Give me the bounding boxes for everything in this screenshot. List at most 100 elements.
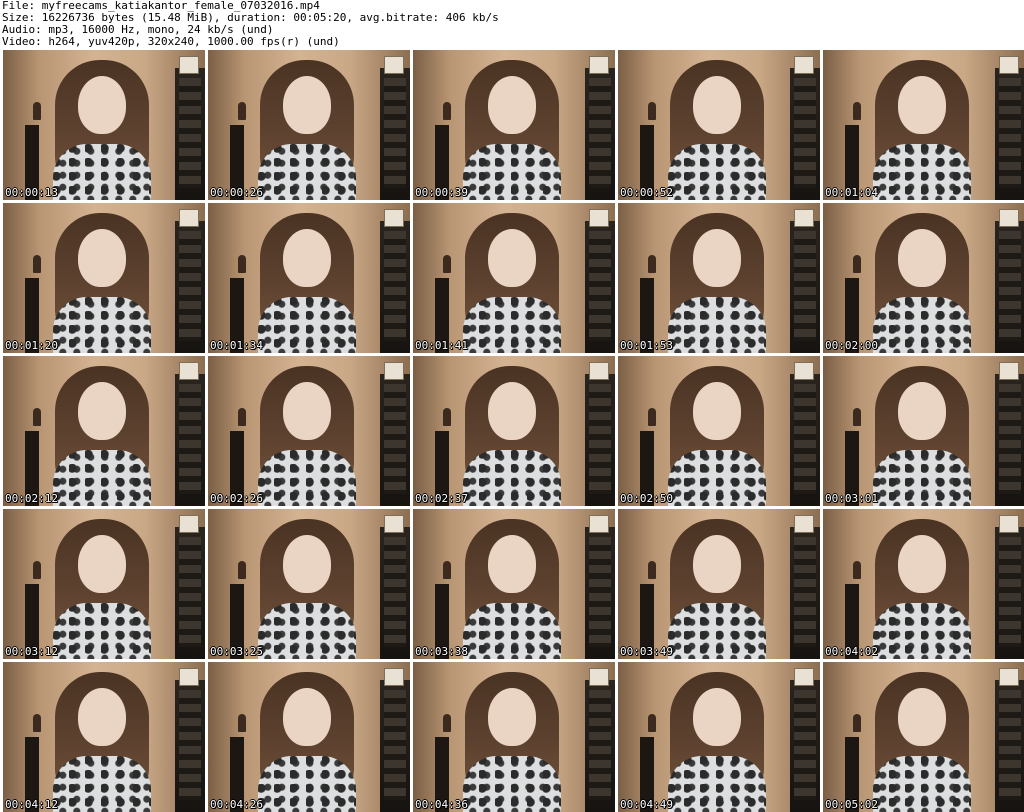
person-face (693, 76, 741, 134)
person-body (463, 144, 561, 200)
person-face (78, 535, 126, 593)
video-thumbnail: 00:04:26 (208, 662, 410, 812)
picture-frame-background (179, 56, 199, 74)
person-figure (457, 672, 567, 812)
bookshelf-background (585, 680, 615, 812)
video-thumbnail: 00:03:38 (413, 509, 615, 659)
bookshelf-background (380, 680, 410, 812)
lamp-background (33, 561, 41, 579)
thumbnail-timestamp: 00:02:26 (210, 492, 263, 505)
bookshelf-background (380, 68, 410, 200)
video-thumbnail: 00:04:02 (823, 509, 1024, 659)
person-figure (252, 672, 362, 812)
person-face (78, 76, 126, 134)
video-thumbnail: 00:01:41 (413, 203, 615, 353)
person-body (258, 756, 356, 812)
bookshelf-background (790, 680, 820, 812)
person-body (668, 450, 766, 506)
person-figure (252, 519, 362, 659)
lamp-background (648, 102, 656, 120)
picture-frame-background (384, 56, 404, 74)
picture-frame-background (589, 362, 609, 380)
person-figure (662, 672, 772, 812)
lamp-background (648, 408, 656, 426)
person-body (258, 450, 356, 506)
video-thumbnail: 00:00:26 (208, 50, 410, 200)
person-face (898, 688, 946, 746)
person-body (258, 144, 356, 200)
bookshelf-background (790, 374, 820, 506)
bookshelf-background (790, 221, 820, 353)
bookshelf-background (175, 221, 205, 353)
video-thumbnail: 00:03:25 (208, 509, 410, 659)
lamp-background (238, 408, 246, 426)
video-info-line: Video: h264, yuv420p, 320x240, 1000.00 f… (2, 35, 340, 48)
person-face (693, 229, 741, 287)
person-body (53, 756, 151, 812)
file-info-header: File: myfreecams_katiakantor_female_0703… (2, 0, 1022, 49)
thumbnail-timestamp: 00:01:04 (825, 186, 878, 199)
person-figure (662, 366, 772, 506)
person-face (488, 76, 536, 134)
person-body (873, 450, 971, 506)
person-figure (662, 519, 772, 659)
lamp-background (648, 714, 656, 732)
lamp-background (238, 561, 246, 579)
person-body (873, 603, 971, 659)
video-thumbnail: 00:01:04 (823, 50, 1024, 200)
picture-frame-background (589, 515, 609, 533)
person-figure (252, 213, 362, 353)
picture-frame-background (999, 209, 1019, 227)
person-face (898, 229, 946, 287)
thumbnail-timestamp: 00:03:25 (210, 645, 263, 658)
person-face (78, 382, 126, 440)
person-face (488, 535, 536, 593)
video-thumbnail: 00:02:26 (208, 356, 410, 506)
person-face (693, 688, 741, 746)
bookshelf-background (175, 680, 205, 812)
person-body (463, 450, 561, 506)
video-thumbnail: 00:03:12 (3, 509, 205, 659)
lamp-background (33, 255, 41, 273)
person-figure (47, 519, 157, 659)
bookshelf-background (380, 221, 410, 353)
picture-frame-background (794, 515, 814, 533)
person-figure (662, 60, 772, 200)
person-face (283, 76, 331, 134)
lamp-background (238, 102, 246, 120)
person-face (488, 229, 536, 287)
lamp-background (443, 102, 451, 120)
picture-frame-background (589, 56, 609, 74)
picture-frame-background (794, 209, 814, 227)
video-thumbnail: 00:00:52 (618, 50, 820, 200)
person-face (488, 382, 536, 440)
thumbnail-timestamp: 00:02:50 (620, 492, 673, 505)
person-body (668, 297, 766, 353)
picture-frame-background (384, 209, 404, 227)
video-thumbnail: 00:04:36 (413, 662, 615, 812)
thumbnail-timestamp: 00:00:26 (210, 186, 263, 199)
video-thumbnail: 00:01:53 (618, 203, 820, 353)
picture-frame-background (179, 668, 199, 686)
thumbnail-timestamp: 00:01:41 (415, 339, 468, 352)
person-body (463, 756, 561, 812)
lamp-background (853, 714, 861, 732)
lamp-background (853, 255, 861, 273)
person-figure (47, 672, 157, 812)
bookshelf-background (585, 527, 615, 659)
person-body (668, 144, 766, 200)
thumbnail-timestamp: 00:00:13 (5, 186, 58, 199)
lamp-background (33, 714, 41, 732)
picture-frame-background (384, 515, 404, 533)
bookshelf-background (790, 527, 820, 659)
person-body (258, 297, 356, 353)
video-thumbnail: 00:02:12 (3, 356, 205, 506)
lamp-background (443, 255, 451, 273)
person-face (898, 535, 946, 593)
person-figure (867, 519, 977, 659)
picture-frame-background (999, 56, 1019, 74)
person-face (488, 688, 536, 746)
bookshelf-background (995, 527, 1024, 659)
lamp-background (33, 102, 41, 120)
video-thumbnail: 00:01:20 (3, 203, 205, 353)
